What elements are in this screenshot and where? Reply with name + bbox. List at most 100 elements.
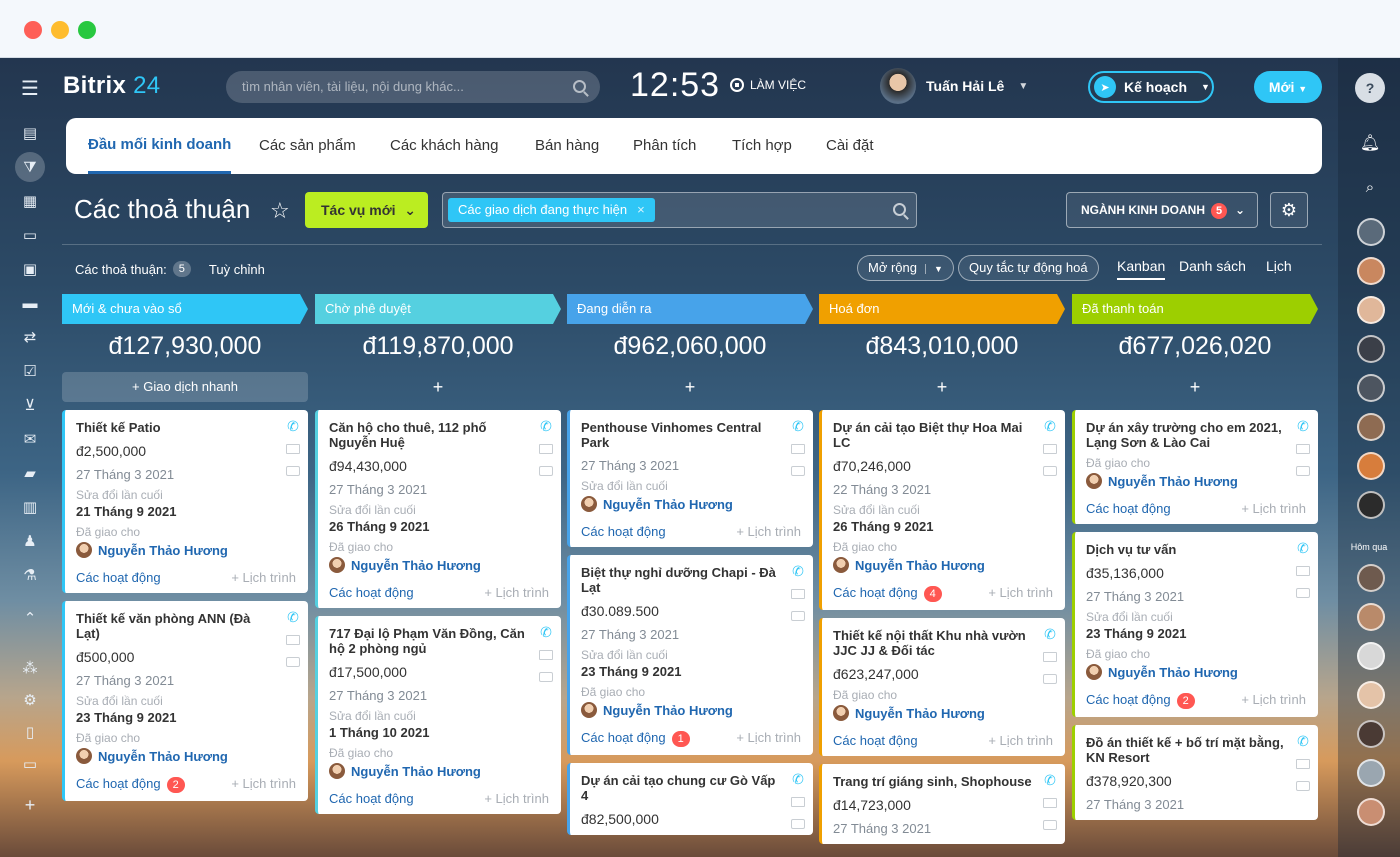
- deal-title[interactable]: Dịch vụ tư vấn: [1086, 542, 1286, 557]
- star-icon[interactable]: ☆: [270, 198, 290, 224]
- schedule-link[interactable]: + Lịch trình: [231, 776, 296, 793]
- customize-link[interactable]: Tuỳ chỉnh: [209, 262, 265, 277]
- search-input[interactable]: tìm nhân viên, tài liệu, nội dung khác..…: [226, 71, 600, 103]
- mail-icon[interactable]: [1043, 652, 1057, 662]
- close-window-button[interactable]: [24, 21, 42, 39]
- deal-card[interactable]: Dự án cải tạo Biệt thự Hoa Mai LC ✆ đ70,…: [819, 410, 1065, 610]
- search-icon[interactable]: [893, 203, 906, 216]
- assignee[interactable]: Nguyễn Thảo Hương: [581, 702, 801, 718]
- add-deal-button[interactable]: +: [567, 372, 813, 402]
- add-icon[interactable]: +: [15, 790, 45, 820]
- contact-card-icon[interactable]: ▣: [15, 254, 45, 284]
- schedule-link[interactable]: + Lịch trình: [736, 524, 801, 539]
- avatar[interactable]: [1357, 452, 1385, 480]
- avatar[interactable]: [1357, 642, 1385, 670]
- column-header[interactable]: Đang diễn ra: [567, 294, 813, 324]
- deal-title[interactable]: Biệt thự nghỉ dưỡng Chapi - Đà Lạt: [581, 565, 781, 595]
- deal-card[interactable]: Thiết kế văn phòng ANN (Đà Lạt) ✆ đ500,0…: [62, 601, 308, 801]
- activities-link[interactable]: Các hoạt động: [76, 776, 161, 791]
- avatar[interactable]: [1357, 374, 1385, 402]
- avatar[interactable]: [1357, 257, 1385, 285]
- calendar-icon[interactable]: ▥: [15, 492, 45, 522]
- avatar[interactable]: [1357, 335, 1385, 363]
- deal-title[interactable]: Dự án xây trường cho em 2021, Lạng Sơn &…: [1086, 420, 1286, 450]
- column-header[interactable]: Hoá đơn: [819, 294, 1065, 324]
- deal-card[interactable]: Penthouse Vinhomes Central Park ✆ 27 Thá…: [567, 410, 813, 547]
- schedule-link[interactable]: + Lịch trình: [1241, 501, 1306, 516]
- mail-icon[interactable]: [791, 589, 805, 599]
- collapse-up-icon[interactable]: ⌃: [15, 603, 45, 633]
- new-task-button[interactable]: Tác vụ mới ⌄: [305, 192, 428, 228]
- deal-title[interactable]: 717 Đại lộ Phạm Văn Đồng, Căn hộ 2 phòng…: [329, 626, 529, 656]
- task-check-icon[interactable]: ☑: [15, 356, 45, 386]
- activities-link[interactable]: Các hoạt động: [1086, 501, 1171, 516]
- group-icon[interactable]: ♟: [15, 526, 45, 556]
- avatar[interactable]: [1357, 564, 1385, 592]
- activities-link[interactable]: Các hoạt động: [76, 570, 161, 585]
- feed-icon[interactable]: ▤: [15, 118, 45, 148]
- mail-icon[interactable]: [791, 797, 805, 807]
- tab-sales[interactable]: Bán hàng: [535, 118, 599, 174]
- activities-link[interactable]: Các hoạt động: [329, 585, 414, 600]
- chat-icon[interactable]: [791, 466, 805, 476]
- mail-icon[interactable]: [1296, 566, 1310, 576]
- mail-icon[interactable]: [1043, 444, 1057, 454]
- tab-integrations[interactable]: Tích hợp: [732, 118, 792, 174]
- schedule-link[interactable]: + Lịch trình: [231, 570, 296, 585]
- deal-title[interactable]: Thiết kế nội thất Khu nhà vườn JJC JJ & …: [833, 628, 1033, 658]
- assignee[interactable]: Nguyễn Thảo Hương: [76, 542, 296, 558]
- avatar[interactable]: [1357, 491, 1385, 519]
- activities-link[interactable]: Các hoạt động: [833, 733, 918, 748]
- avatar[interactable]: [1357, 681, 1385, 709]
- tab-products[interactable]: Các sản phẩm: [259, 118, 356, 174]
- deal-card[interactable]: Dự án cải tạo chung cư Gò Vấp 4 ✆ đ82,50…: [567, 763, 813, 835]
- deal-card[interactable]: Căn hộ cho thuê, 112 phố Nguyễn Huệ ✆ đ9…: [315, 410, 561, 608]
- assignee[interactable]: Nguyễn Thảo Hương: [833, 705, 1053, 721]
- deal-title[interactable]: Dự án cải tạo Biệt thự Hoa Mai LC: [833, 420, 1033, 450]
- chat-icon[interactable]: [1296, 781, 1310, 791]
- mail-icon[interactable]: [286, 444, 300, 454]
- assignee[interactable]: Nguyễn Thảo Hương: [1086, 473, 1306, 489]
- phone-icon[interactable]: ✆: [791, 419, 805, 433]
- column-header[interactable]: Đã thanh toán: [1072, 294, 1318, 324]
- column-header[interactable]: Chờ phê duyệt: [315, 294, 561, 324]
- chat-icon[interactable]: [1043, 820, 1057, 830]
- add-deal-button[interactable]: +: [819, 372, 1065, 402]
- avatar[interactable]: [1357, 218, 1385, 246]
- activities-link[interactable]: Các hoạt động: [581, 730, 666, 745]
- mobile-icon[interactable]: ▯: [15, 717, 45, 747]
- schedule-link[interactable]: + Lịch trình: [484, 585, 549, 600]
- close-icon[interactable]: ×: [637, 202, 645, 217]
- minimize-window-button[interactable]: [51, 21, 69, 39]
- deal-card[interactable]: Trang trí giáng sinh, Shophouse ✆ đ14,72…: [819, 764, 1065, 844]
- phone-icon[interactable]: ✆: [1043, 627, 1057, 641]
- deal-title[interactable]: Căn hộ cho thuê, 112 phố Nguyễn Huệ: [329, 420, 529, 450]
- bell-icon[interactable]: 🔔︎: [1355, 128, 1385, 158]
- search-icon[interactable]: [573, 80, 586, 93]
- chat-icon[interactable]: [1296, 588, 1310, 598]
- dashboard-icon[interactable]: ▦: [15, 186, 45, 216]
- deal-card[interactable]: Biệt thự nghỉ dưỡng Chapi - Đà Lạt ✆ đ30…: [567, 555, 813, 755]
- new-button[interactable]: Mới ▼: [1254, 71, 1322, 103]
- settings-gear-button[interactable]: ⚙: [1270, 192, 1308, 228]
- lab-flask-icon[interactable]: ⚗: [15, 560, 45, 590]
- plan-button[interactable]: ➤ Kế hoạch ▼: [1088, 71, 1214, 103]
- phone-icon[interactable]: ✆: [791, 564, 805, 578]
- deal-card[interactable]: Thiết kế Patio ✆ đ2,500,000 27 Tháng 3 20…: [62, 410, 308, 593]
- view-calendar[interactable]: Lịch: [1266, 258, 1292, 274]
- activities-link[interactable]: Các hoạt động: [1086, 692, 1171, 707]
- work-status-button[interactable]: LÀM VIỆC: [730, 78, 806, 92]
- cart-icon[interactable]: ⊻: [15, 390, 45, 420]
- maximize-window-button[interactable]: [78, 21, 96, 39]
- assignee[interactable]: Nguyễn Thảo Hương: [329, 763, 549, 779]
- chat-icon[interactable]: [1043, 466, 1057, 476]
- schedule-link[interactable]: + Lịch trình: [988, 733, 1053, 748]
- expand-button[interactable]: Mở rộng ▼: [857, 255, 954, 281]
- chat-icon[interactable]: [1043, 674, 1057, 684]
- chat-icon[interactable]: [286, 466, 300, 476]
- schedule-link[interactable]: + Lịch trình: [484, 791, 549, 806]
- activities-link[interactable]: Các hoạt động: [329, 791, 414, 806]
- schedule-link[interactable]: + Lịch trình: [1241, 692, 1306, 709]
- deal-title[interactable]: Trang trí giáng sinh, Shophouse: [833, 774, 1033, 789]
- mail-icon[interactable]: [539, 650, 553, 660]
